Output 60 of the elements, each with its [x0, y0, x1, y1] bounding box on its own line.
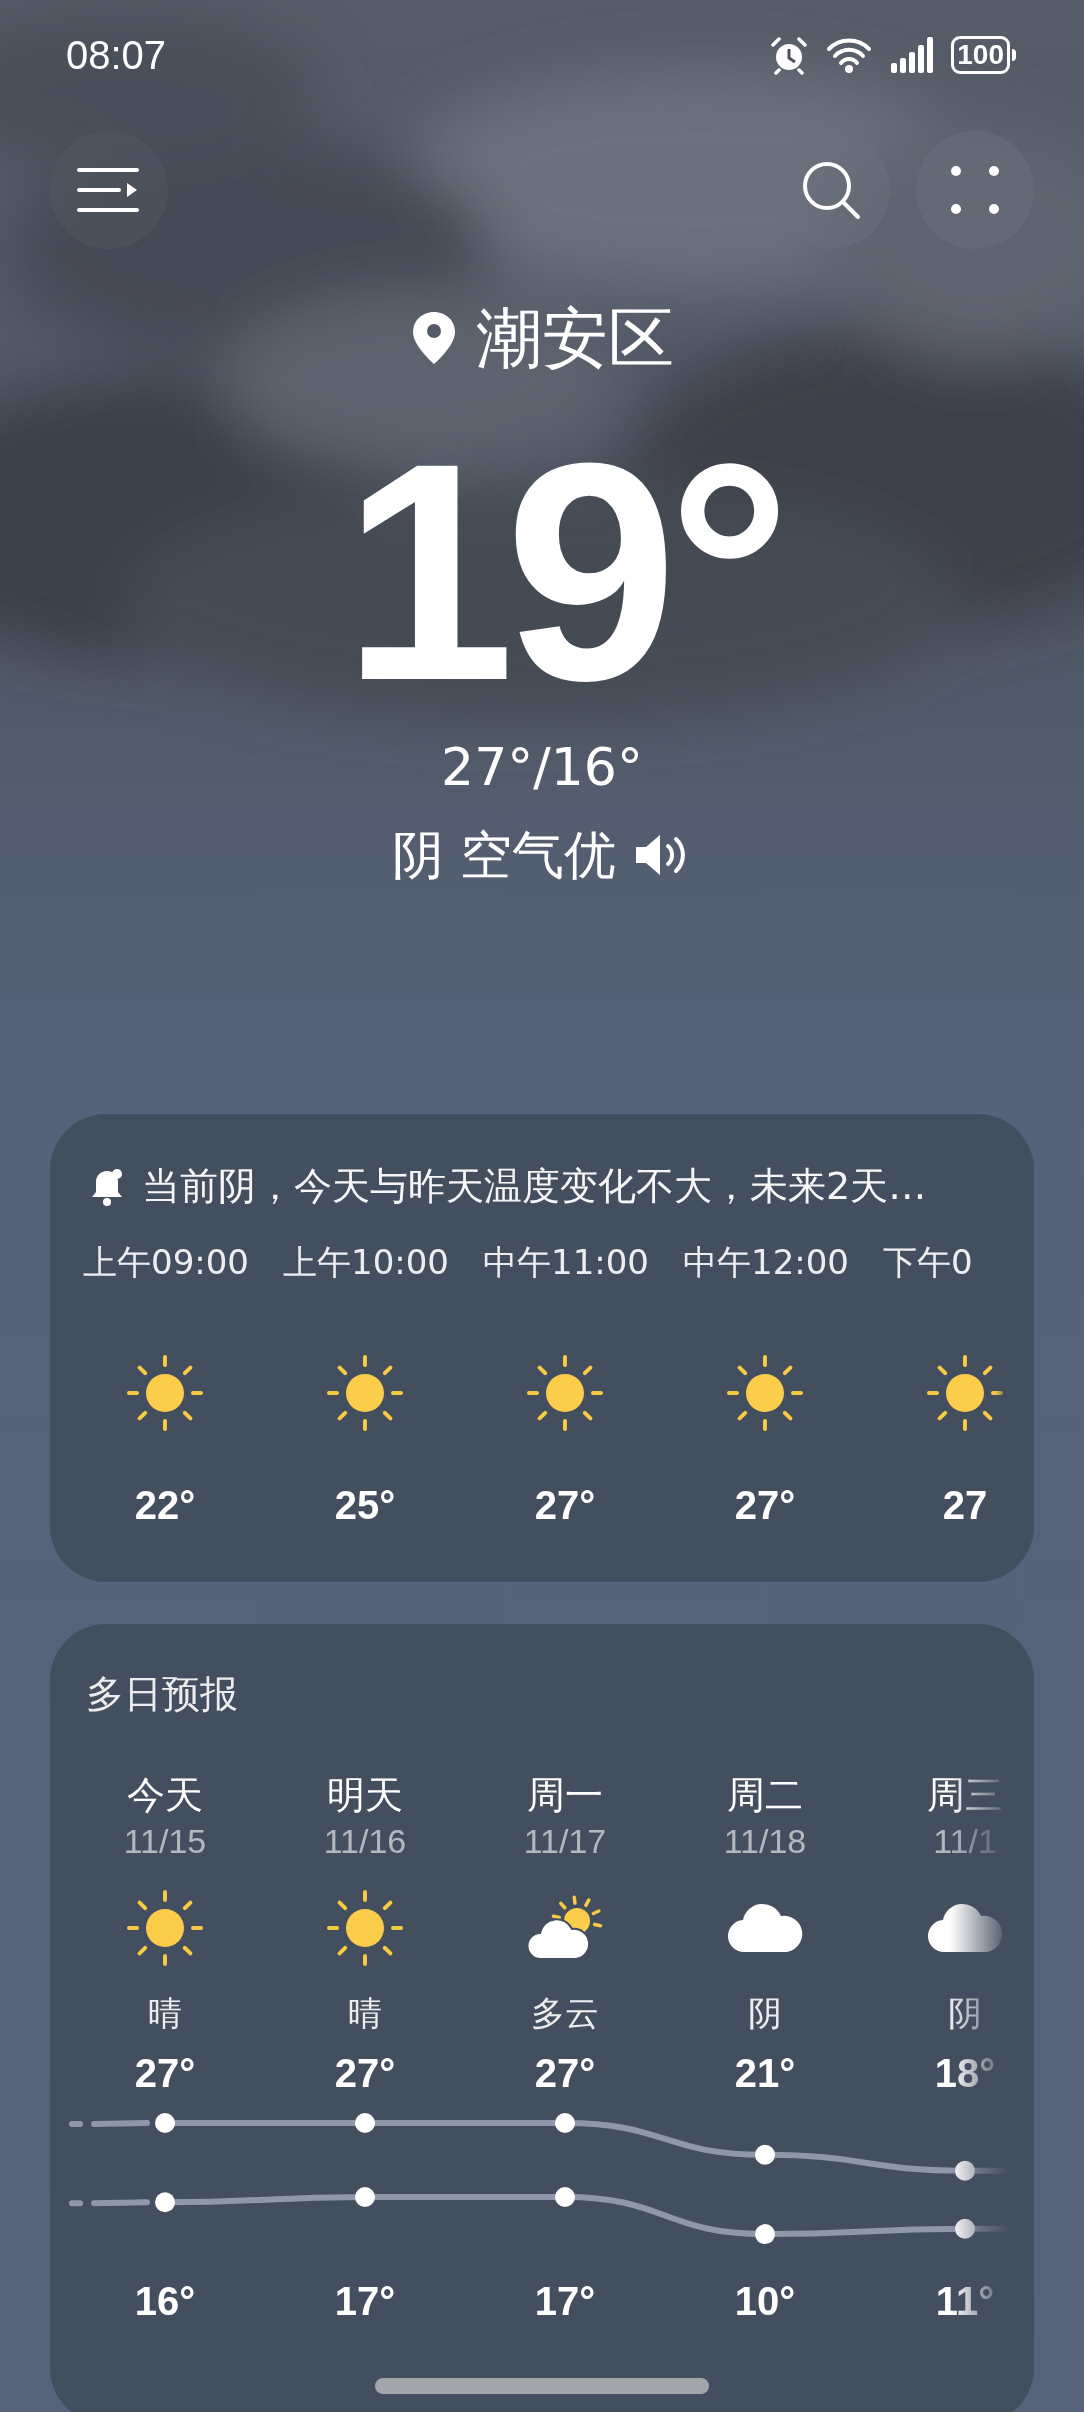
day-label: 周三: [927, 1772, 1003, 1819]
low-temperature: 16°: [134, 2278, 196, 2325]
sun-icon: [325, 1888, 405, 1968]
status-time: 08:07: [66, 32, 167, 79]
hour-temperature: 22°: [134, 1482, 196, 1529]
sun-icon: [925, 1353, 1005, 1433]
day-condition: 阴: [948, 1992, 982, 2035]
sun-icon: [525, 1353, 605, 1433]
hour-temperature: 27: [942, 1482, 988, 1529]
signal-icon: [889, 35, 936, 75]
card-title: 多日预报: [86, 1671, 238, 1718]
air-quality: 空气优: [460, 824, 616, 887]
menu-icon: [77, 167, 141, 213]
weather-condition: 阴: [392, 824, 444, 887]
location-name: 潮安区: [476, 298, 674, 379]
sun-icon: [125, 1353, 205, 1433]
cloud-icon: [927, 1902, 1003, 1954]
hour-label: 中午11:00: [483, 1241, 649, 1281]
hour-label: 下午0: [883, 1241, 973, 1281]
day-condition: 晴: [348, 1992, 382, 2035]
hour-label: 中午12:00: [683, 1241, 849, 1281]
cloud-icon: [727, 1902, 803, 1954]
sun-icon: [125, 1888, 205, 1968]
low-temperature: 17°: [534, 2278, 596, 2325]
day-label: 周二: [727, 1772, 803, 1819]
temperature-range: 27°/16°: [441, 736, 643, 799]
low-temperature: 17°: [334, 2278, 396, 2325]
hour-label: 上午10:00: [283, 1241, 449, 1281]
hour-temperature: 25°: [334, 1482, 396, 1529]
date-label: 11/1: [933, 1821, 997, 1862]
day-label: 周一: [527, 1772, 603, 1819]
day-label: 明天: [327, 1772, 403, 1819]
current-temperature: 19°: [341, 422, 782, 692]
day-condition: 晴: [148, 1992, 182, 2035]
location-pin-icon: [410, 310, 458, 366]
date-label: 11/16: [323, 1821, 407, 1862]
low-temperature: 10°: [734, 2278, 796, 2325]
weather-summary: 当前阴，今天与昨天温度变化不大，未来2天…: [142, 1163, 927, 1210]
sun-icon: [325, 1353, 405, 1433]
low-temperature: 11°: [935, 2278, 995, 2325]
date-label: 11/17: [523, 1821, 607, 1862]
sun-cloud-icon: [527, 1895, 603, 1961]
date-label: 11/18: [723, 1821, 807, 1862]
high-temperature: 18°: [934, 2050, 996, 2097]
hour-temperature: 27°: [734, 1482, 796, 1529]
day-condition: 阴: [748, 1992, 782, 2035]
high-temperature: 21°: [734, 2050, 796, 2097]
bell-icon: [90, 1166, 124, 1207]
high-temperature: 27°: [534, 2050, 596, 2097]
day-condition: 多云: [531, 1992, 599, 2035]
high-temperature: 27°: [134, 2050, 196, 2097]
four-dots-icon: [950, 165, 1000, 215]
alarm-icon: [769, 35, 810, 75]
sun-icon: [725, 1353, 805, 1433]
hour-label: 上午09:00: [83, 1241, 249, 1281]
hour-temperature: 27°: [534, 1482, 596, 1529]
high-temperature: 27°: [334, 2050, 396, 2097]
day-label: 今天: [127, 1772, 203, 1819]
battery-indicator: 100: [951, 36, 1016, 74]
date-label: 11/15: [123, 1821, 207, 1862]
